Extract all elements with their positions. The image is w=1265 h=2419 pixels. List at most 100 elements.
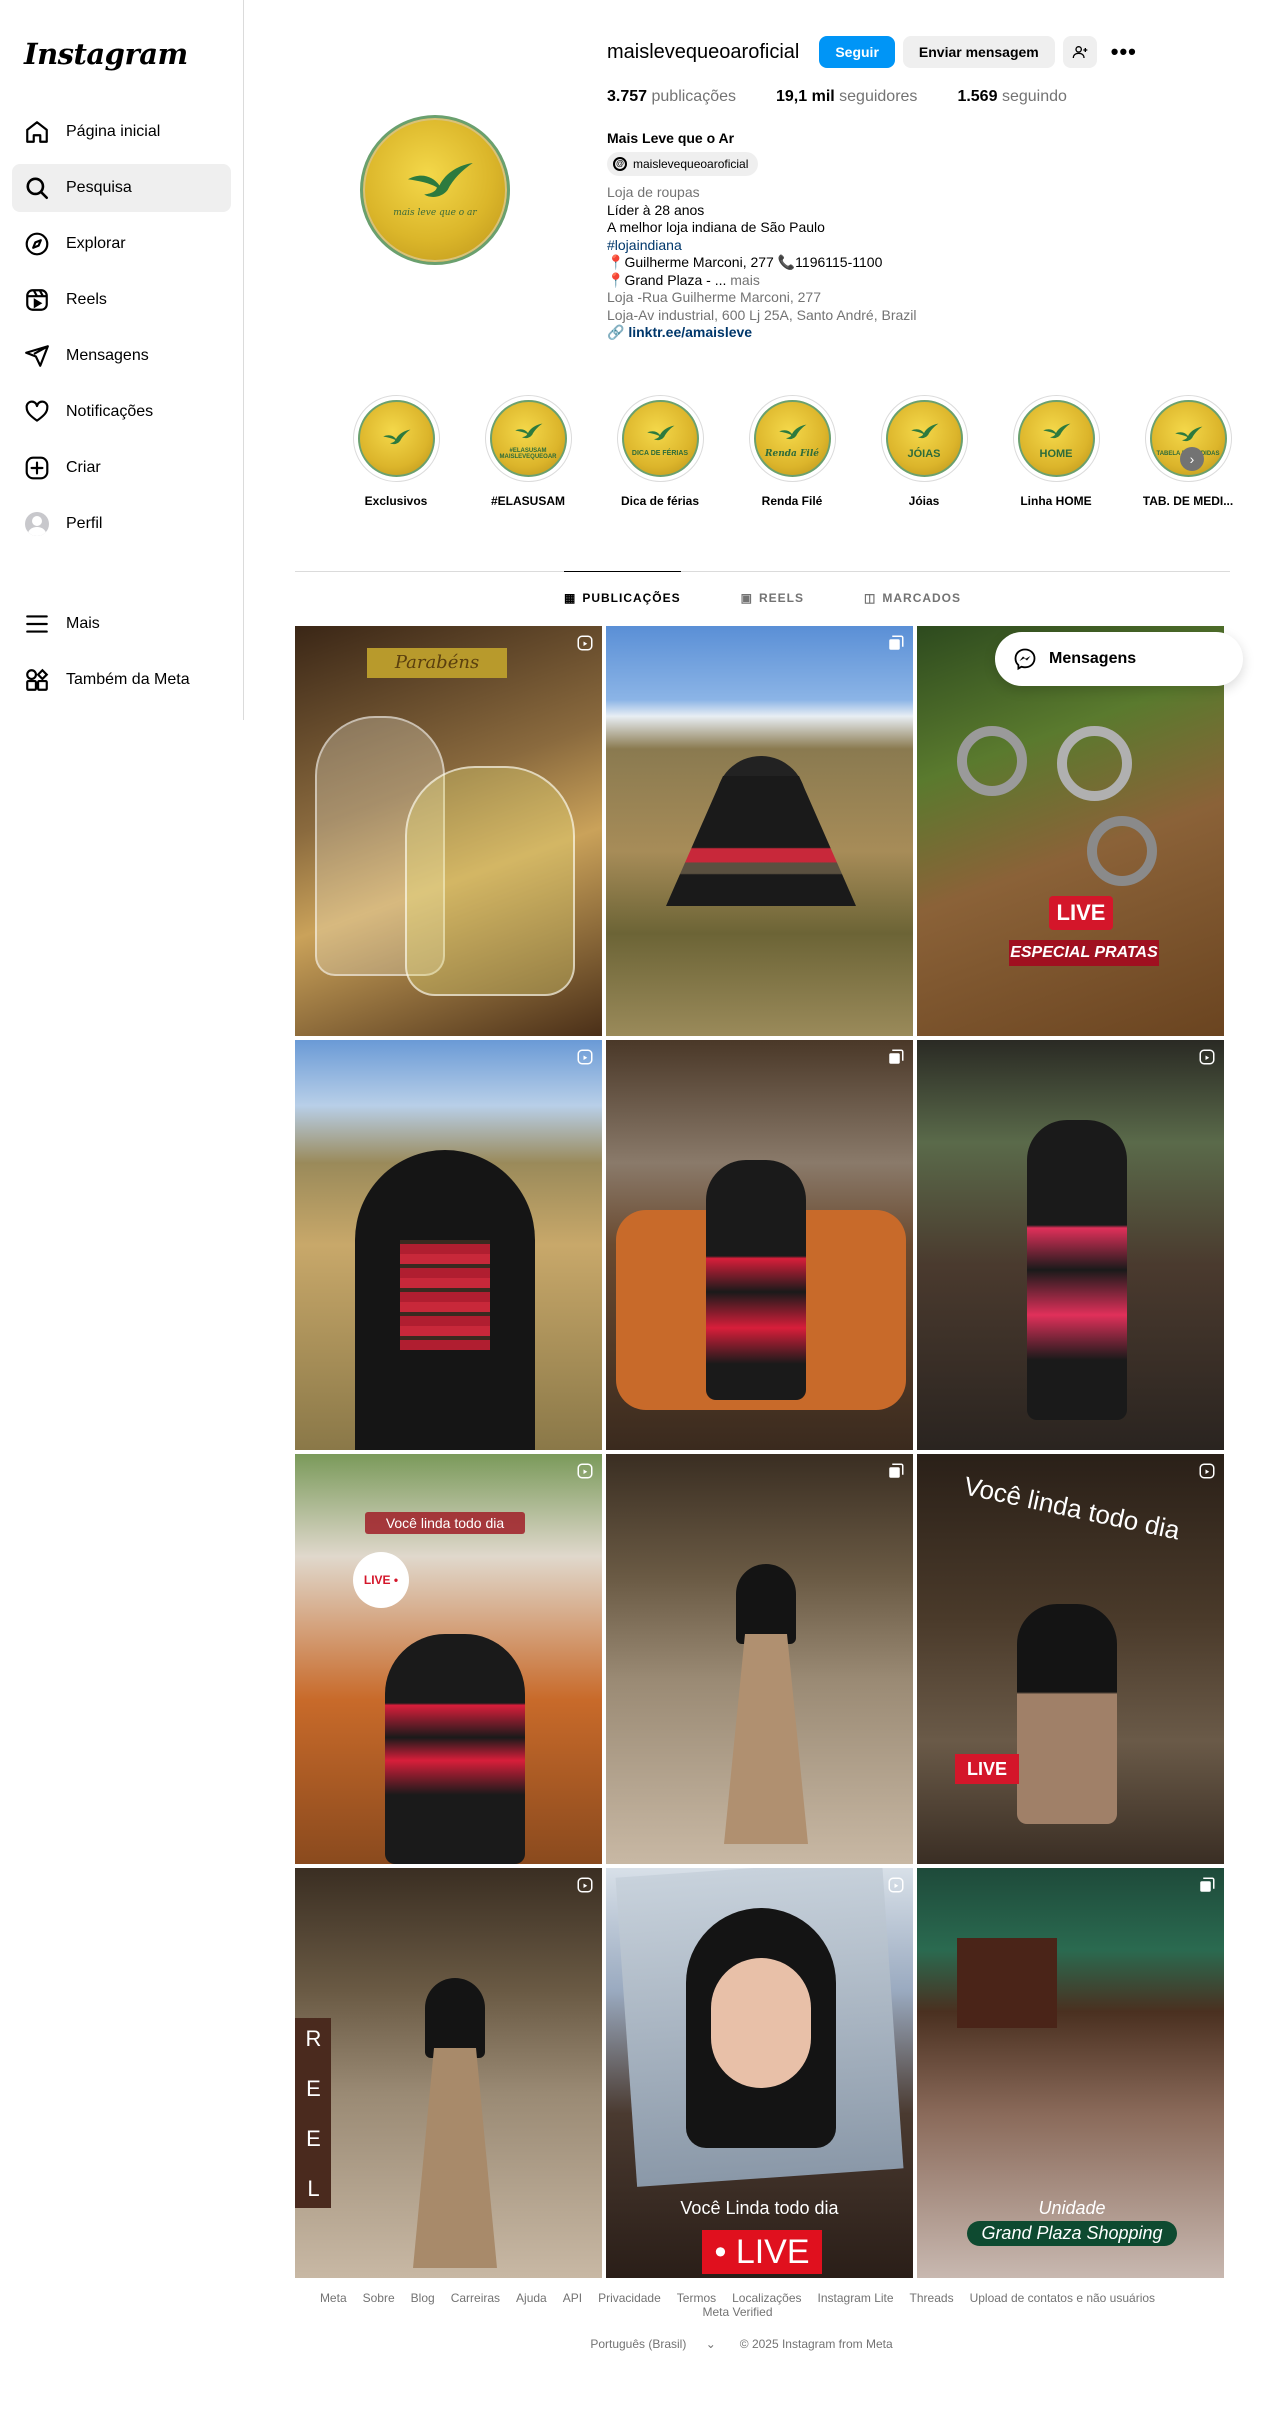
post-live-badge: LIVE: [1049, 896, 1113, 930]
sidebar: Instagram Página inicial Pesquisa Explor…: [0, 0, 244, 720]
highlight-item[interactable]: JÓIAS Jóias: [858, 395, 990, 508]
footer-link[interactable]: Upload de contatos e não usuários: [970, 2291, 1155, 2305]
footer-link[interactable]: Termos: [677, 2291, 716, 2305]
profile-info: maislevequeoaroficial Seguir Enviar mens…: [607, 34, 1247, 342]
post-thumbnail[interactable]: Você linda todo dia LIVE: [917, 1454, 1224, 1864]
follow-button[interactable]: Seguir: [819, 36, 895, 68]
sidebar-item-profile[interactable]: Perfil: [12, 500, 231, 548]
post-thumbnail[interactable]: [606, 626, 913, 1036]
tab-tagged[interactable]: ◫ MARCADOS: [864, 571, 961, 623]
highlight-item[interactable]: DICA DE FÉRIAS Dica de férias: [594, 395, 726, 508]
bio-address2: Grand Plaza - ...: [624, 271, 727, 288]
sidebar-item-more[interactable]: Mais: [12, 600, 231, 648]
tab-reels[interactable]: ▣ REELS: [741, 571, 804, 623]
footer-link[interactable]: Threads: [910, 2291, 954, 2305]
messages-icon: [24, 343, 50, 369]
footer-link[interactable]: API: [563, 2291, 582, 2305]
language-select[interactable]: Português (Brasil) ⌄: [582, 2337, 723, 2351]
sidebar-item-label: Explorar: [66, 235, 126, 252]
logo-bird-icon: [1175, 426, 1203, 441]
bio-line: A melhor loja indiana de São Paulo: [607, 219, 825, 235]
ring-shape: [957, 726, 1027, 796]
dress-shape: [385, 1634, 525, 1864]
threads-badge[interactable]: @ maislevequeoaroficial: [607, 152, 759, 176]
tab-label: MARCADOS: [882, 590, 962, 605]
bio-hashtag[interactable]: #lojaindiana: [607, 237, 1247, 255]
post-thumbnail[interactable]: [606, 1040, 913, 1450]
posts-stat: 3.757 publicações: [607, 88, 736, 106]
post-thumbnail[interactable]: [295, 1040, 602, 1450]
followers-label: seguidores: [839, 88, 918, 105]
bio-address1: Guilherme Marconi, 277: [624, 254, 774, 270]
carousel-type-icon: [1200, 1877, 1215, 1892]
sidebar-item-also-from-meta[interactable]: Também da Meta: [12, 656, 231, 704]
floating-messages-label: Mensagens: [1049, 650, 1137, 667]
footer-link[interactable]: Carreiras: [451, 2291, 500, 2305]
bio-link-row[interactable]: 🔗 linktr.ee/amaisleve: [607, 324, 1247, 342]
bio-more-link[interactable]: mais: [730, 272, 760, 288]
carousel-type-icon: [889, 635, 904, 650]
highlight-label: Exclusivos: [364, 494, 428, 508]
post-thumbnail[interactable]: [917, 1040, 1224, 1450]
wine-glass-shape: [405, 766, 575, 996]
footer-link[interactable]: Privacidade: [598, 2291, 661, 2305]
posts-grid: Parabéns LIVE ESPECIAL PRATAS Você linda…: [295, 626, 1224, 2278]
sidebar-item-label: Página inicial: [66, 123, 161, 140]
sidebar-item-label: Mais: [66, 615, 100, 632]
floating-messages-button[interactable]: Mensagens: [995, 632, 1243, 686]
more-options-icon[interactable]: •••: [1111, 39, 1137, 65]
pin-icon: 📍: [607, 271, 625, 288]
logo-bird-icon: [1043, 423, 1071, 438]
highlight-ring: JÓIAS: [880, 395, 968, 482]
footer-link[interactable]: Instagram Lite: [818, 2291, 894, 2305]
figure-shape: [736, 1564, 796, 1644]
poncho-shape: [666, 776, 856, 906]
post-overlay-text: Você Linda todo dia: [680, 2198, 839, 2218]
send-message-button[interactable]: Enviar mensagem: [902, 36, 1055, 68]
footer-link[interactable]: Meta: [320, 2291, 347, 2305]
footer-link[interactable]: Meta Verified: [702, 2305, 772, 2319]
meta-apps-icon: [24, 667, 50, 693]
tab-posts[interactable]: ▦ PUBLICAÇÕES: [563, 571, 681, 623]
sidebar-item-home[interactable]: Página inicial: [12, 108, 231, 156]
sidebar-item-explore[interactable]: Explorar: [12, 220, 231, 268]
post-thumbnail[interactable]: Você linda todo dia LIVE •: [295, 1454, 602, 1864]
post-thumbnail[interactable]: Você Linda todo dia • LIVE: [606, 1868, 913, 2278]
logo-bird-icon: [911, 423, 939, 438]
post-thumbnail[interactable]: Parabéns: [295, 626, 602, 1036]
post-thumbnail[interactable]: Unidade Grand Plaza Shopping: [917, 1868, 1224, 2278]
highlight-cover-text: HOME: [1039, 447, 1073, 460]
sidebar-item-messages[interactable]: Mensagens: [12, 332, 231, 380]
post-thumbnail[interactable]: R E E L S: [295, 1868, 602, 2278]
suggested-users-button[interactable]: [1062, 36, 1097, 68]
post-thumbnail[interactable]: [606, 1454, 913, 1864]
sidebar-item-search[interactable]: Pesquisa: [12, 164, 231, 212]
sidebar-item-notifications[interactable]: Notificações: [12, 388, 231, 436]
messenger-icon: [1014, 648, 1036, 671]
post-thumbnail[interactable]: LIVE ESPECIAL PRATAS: [917, 626, 1224, 1036]
sidebar-item-create[interactable]: Criar: [12, 444, 231, 492]
highlights-next-arrow-icon[interactable]: ›: [1180, 447, 1204, 471]
footer-link[interactable]: Blog: [411, 2291, 435, 2305]
sidebar-item-reels[interactable]: Reels: [12, 276, 231, 324]
highlight-item[interactable]: Renda Filé Renda Filé: [726, 395, 858, 508]
footer-link[interactable]: Localizações: [732, 2291, 801, 2305]
profile-full-name: Mais Leve que o Ar: [607, 130, 735, 146]
footer-link[interactable]: Ajuda: [516, 2291, 547, 2305]
highlight-item[interactable]: HOME Linha HOME: [990, 395, 1122, 508]
posts-count: 3.757: [607, 88, 648, 105]
highlight-label: Dica de férias: [620, 494, 700, 508]
following-stat[interactable]: 1.569 seguindo: [957, 88, 1066, 106]
instagram-logo[interactable]: Instagram: [12, 0, 231, 108]
highlight-item[interactable]: Exclusivos: [330, 395, 462, 508]
reel-type-icon: [577, 1049, 593, 1065]
bio-link[interactable]: linktr.ee/amaisleve: [628, 324, 752, 340]
footer-link[interactable]: Sobre: [363, 2291, 395, 2305]
sidebar-item-label: Perfil: [66, 515, 103, 532]
reel-type-icon: [577, 635, 593, 651]
bio-location: Loja-Av industrial, 600 Lj 25A, Santo An…: [607, 306, 917, 323]
highlight-item[interactable]: #ELASUSAM MAISLEVEQUEOAR #ELASUSAM: [462, 395, 594, 508]
profile-picture[interactable]: mais leve que o ar: [360, 115, 510, 265]
dress-shape: [1027, 1120, 1127, 1420]
followers-stat[interactable]: 19,1 mil seguidores: [776, 88, 917, 106]
